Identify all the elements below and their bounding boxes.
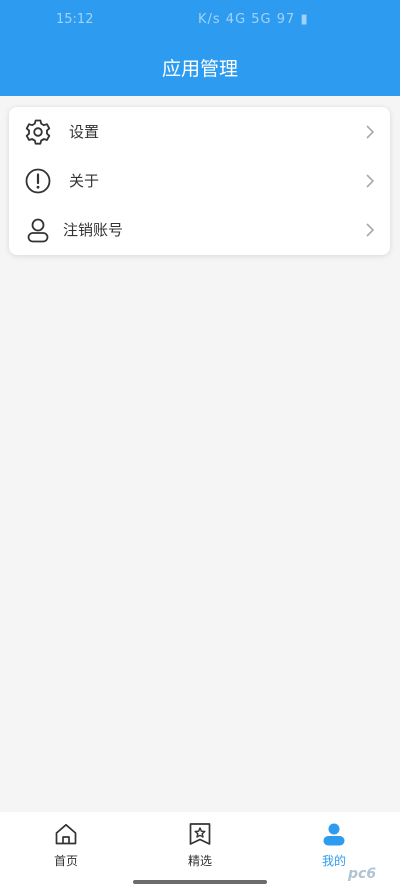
nav-home[interactable]: 首页 [26, 812, 106, 880]
status-bar: 15:12 K/s 4G 5G 97 ▮ [0, 0, 400, 40]
gear-icon [25, 119, 51, 145]
status-indicators: K/s 4G 5G 97 ▮ [198, 12, 309, 27]
watermark: pc6 [348, 866, 377, 882]
chevron-right-icon [366, 125, 375, 139]
chevron-right-icon [366, 223, 375, 237]
info-icon [25, 168, 51, 194]
menu-item-about[interactable]: 关于 [9, 156, 390, 205]
bookmark-star-icon [189, 823, 211, 845]
app-header: 15:12 K/s 4G 5G 97 ▮ 应用管理 [0, 0, 400, 96]
profile-icon [323, 823, 345, 846]
home-icon [55, 823, 77, 845]
menu-item-label: 注销账号 [63, 221, 124, 239]
user-icon [27, 218, 49, 243]
nav-featured-label: 精选 [187, 854, 212, 868]
menu-item-label: 关于 [69, 172, 100, 190]
menu-item-cancel-account[interactable]: 注销账号 [9, 205, 390, 254]
status-time: 15:12 [56, 12, 94, 27]
nav-home-label: 首页 [53, 854, 78, 868]
nav-featured[interactable]: 精选 [160, 812, 240, 880]
chevron-right-icon [366, 174, 375, 188]
page-title: 应用管理 [161, 58, 238, 80]
bottom-nav: 首页 精选 我的 [0, 812, 400, 880]
menu-item-label: 设置 [69, 123, 100, 141]
menu-card: 设置 关于 注销账号 [9, 107, 390, 255]
menu-item-settings[interactable]: 设置 [9, 107, 390, 156]
home-indicator[interactable] [133, 880, 267, 884]
